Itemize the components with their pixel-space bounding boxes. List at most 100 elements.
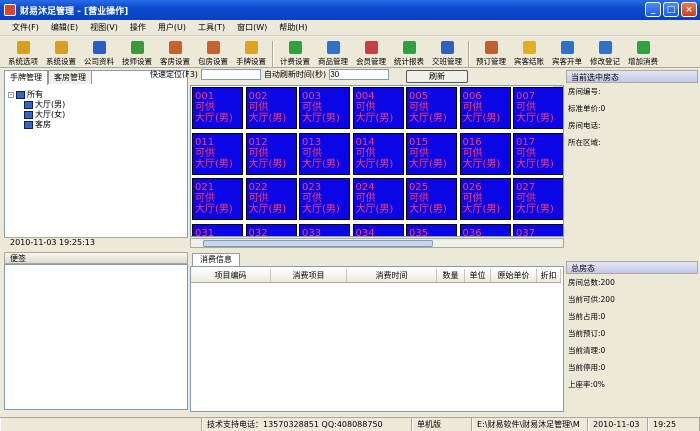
tree-root[interactable]: - 所有 bbox=[8, 90, 65, 100]
toolbar-button[interactable]: 宾客结账 bbox=[510, 37, 548, 67]
toolbar-button[interactable]: 公司资料 bbox=[80, 37, 118, 67]
tree-item[interactable]: 客房 bbox=[8, 120, 65, 130]
close-button[interactable]: × bbox=[681, 2, 697, 17]
room-card[interactable]: 035 bbox=[406, 223, 457, 236]
toolbar-button[interactable]: 预订管理 bbox=[472, 37, 510, 67]
column-header[interactable]: 消费时间 bbox=[347, 269, 437, 282]
menu-operate[interactable]: 操作 bbox=[124, 22, 152, 33]
tree-item-label: 客房 bbox=[35, 120, 51, 129]
folder-icon bbox=[24, 101, 33, 109]
menu-edit[interactable]: 编辑(E) bbox=[45, 22, 84, 33]
room-card[interactable]: 025 可供 大厅(男) bbox=[406, 178, 457, 220]
memo-textarea[interactable] bbox=[4, 264, 188, 410]
toolbar-button[interactable]: 增加消费 bbox=[624, 37, 662, 67]
toolbar-button[interactable]: 技师设置 bbox=[118, 37, 156, 67]
room-no: 037 bbox=[516, 227, 536, 237]
status-pane: E:\财易软件\财易沐足管理\M bbox=[472, 418, 588, 431]
room-card[interactable]: 004 可供 大厅(男) bbox=[352, 87, 404, 129]
menu-file[interactable]: 文件(F) bbox=[6, 22, 45, 33]
maximize-button[interactable]: □ bbox=[663, 2, 679, 17]
room-card[interactable]: 014 可供 大厅(男) bbox=[352, 132, 404, 175]
menu-window[interactable]: 窗口(W) bbox=[231, 22, 273, 33]
toolbar-button[interactable]: 计费设置 bbox=[276, 37, 314, 67]
room-card[interactable]: 032 bbox=[245, 223, 297, 236]
column-header[interactable]: 消费项目 bbox=[271, 269, 347, 282]
toolbar-label: 系统设置 bbox=[46, 57, 76, 66]
toolbar-label: 会员管理 bbox=[356, 57, 386, 66]
toolbar-button[interactable]: 修改登记 bbox=[586, 37, 624, 67]
room-no: 001 bbox=[195, 91, 215, 102]
auto-refresh-input[interactable] bbox=[329, 69, 390, 80]
folder-icon bbox=[16, 91, 25, 99]
horizontal-scrollbar[interactable] bbox=[190, 238, 564, 248]
tree-item[interactable]: 大厅(女) bbox=[8, 110, 65, 120]
room-card[interactable]: 011 可供 大厅(男) bbox=[192, 132, 243, 175]
column-header[interactable]: 折扣 bbox=[537, 269, 561, 282]
room-card[interactable]: 037 bbox=[513, 223, 563, 237]
room-card[interactable]: 022 可供 大厅(男) bbox=[245, 178, 297, 220]
tab-consume-info[interactable]: 消费信息 bbox=[192, 253, 240, 266]
toolbar-icon bbox=[168, 41, 182, 54]
room-card[interactable]: 016 可供 大厅(男) bbox=[459, 132, 511, 175]
room-card[interactable]: 013 可供 大厅(男) bbox=[299, 132, 350, 175]
room-card[interactable]: 002 可供 大厅(男) bbox=[245, 87, 297, 129]
room-card[interactable]: 006 可供 大厅(男) bbox=[459, 87, 511, 129]
toolbar-label: 预订管理 bbox=[476, 57, 506, 66]
toolbar-button[interactable]: 包房设置 bbox=[194, 37, 232, 67]
toolbar-button[interactable]: 宾客开单 bbox=[548, 37, 586, 67]
collapse-icon[interactable]: - bbox=[8, 92, 14, 98]
room-area: 大厅(男) bbox=[302, 204, 340, 215]
room-card[interactable]: 001 可供 大厅(男) bbox=[192, 87, 243, 129]
tree-item[interactable]: 大厅(男) bbox=[8, 100, 65, 110]
refresh-button[interactable]: 刷新 bbox=[406, 70, 468, 83]
menu-help[interactable]: 帮助(H) bbox=[273, 22, 313, 33]
memo-title: 便签 bbox=[4, 252, 188, 264]
room-card[interactable]: 031 bbox=[192, 223, 243, 236]
room-area: 大厅(男) bbox=[195, 113, 233, 124]
room-no: 013 bbox=[302, 136, 322, 148]
toolbar-button[interactable]: 统计报表 bbox=[390, 37, 428, 67]
window-title: 财易沐足管理 - [营业操作] bbox=[20, 6, 129, 17]
toolbar-icon bbox=[522, 41, 536, 54]
toolbar-button[interactable]: 客房设置 bbox=[156, 37, 194, 67]
room-card[interactable]: 005 可供 大厅(男) bbox=[406, 87, 457, 129]
room-card[interactable]: 012 可供 大厅(男) bbox=[245, 132, 297, 175]
minimize-button[interactable]: _ bbox=[645, 2, 661, 17]
toolbar-button[interactable]: 会员管理 bbox=[352, 37, 390, 67]
room-card[interactable]: 036 bbox=[459, 223, 511, 236]
room-grid: 001 可供 大厅(男) 002 可供 大厅(男) 003 可供 大厅(男) 004 可供 大厅(男)… bbox=[190, 85, 564, 237]
room-card[interactable]: 007 可供 大厅(男) bbox=[513, 87, 563, 129]
room-area: 大厅(男) bbox=[462, 113, 501, 124]
quick-locate-input[interactable] bbox=[200, 69, 261, 80]
menu-tools[interactable]: 工具(T) bbox=[192, 22, 231, 33]
room-card[interactable]: 027 可供 大厅(男) bbox=[513, 178, 563, 220]
room-card[interactable]: 003 可供 大厅(男) bbox=[299, 87, 350, 129]
toolbar-button[interactable]: 系统选项 bbox=[4, 37, 42, 67]
menu-view[interactable]: 视图(V) bbox=[84, 22, 124, 33]
toolbar-button[interactable]: 手牌设置 bbox=[232, 37, 270, 67]
toolbar-button[interactable]: 系统设置 bbox=[42, 37, 80, 67]
column-header[interactable]: 项目编码 bbox=[191, 269, 271, 282]
menu-user[interactable]: 用户(U) bbox=[152, 22, 192, 33]
room-card[interactable]: 033 bbox=[299, 223, 350, 236]
toolbar-button[interactable]: 交班管理 bbox=[428, 37, 466, 67]
room-area: 大厅(男) bbox=[355, 113, 394, 124]
room-card[interactable]: 034 bbox=[352, 223, 404, 236]
column-header[interactable]: 单位 bbox=[465, 269, 491, 282]
room-area: 大厅(男) bbox=[355, 158, 394, 170]
tab-hand-card[interactable]: 手牌管理 bbox=[4, 70, 48, 85]
status-item: 当前可供:200 bbox=[568, 295, 615, 304]
room-no: 002 bbox=[248, 91, 268, 102]
toolbar-button[interactable]: 商品管理 bbox=[314, 37, 352, 67]
tab-rooms[interactable]: 客房管理 bbox=[48, 70, 92, 84]
toolbar-icon bbox=[326, 41, 340, 54]
room-card[interactable]: 023 可供 大厅(男) bbox=[299, 178, 350, 220]
room-card[interactable]: 024 可供 大厅(男) bbox=[352, 178, 404, 220]
room-card[interactable]: 026 可供 大厅(男) bbox=[459, 178, 511, 220]
column-header[interactable]: 数量 bbox=[437, 269, 465, 282]
scroll-thumb[interactable] bbox=[203, 240, 433, 247]
room-card[interactable]: 021 可供 大厅(男) bbox=[192, 178, 243, 220]
room-card[interactable]: 015 可供 大厅(男) bbox=[406, 132, 457, 175]
room-card[interactable]: 017 可供 大厅(男) bbox=[513, 132, 563, 175]
column-header[interactable]: 原始单价 bbox=[491, 269, 537, 282]
